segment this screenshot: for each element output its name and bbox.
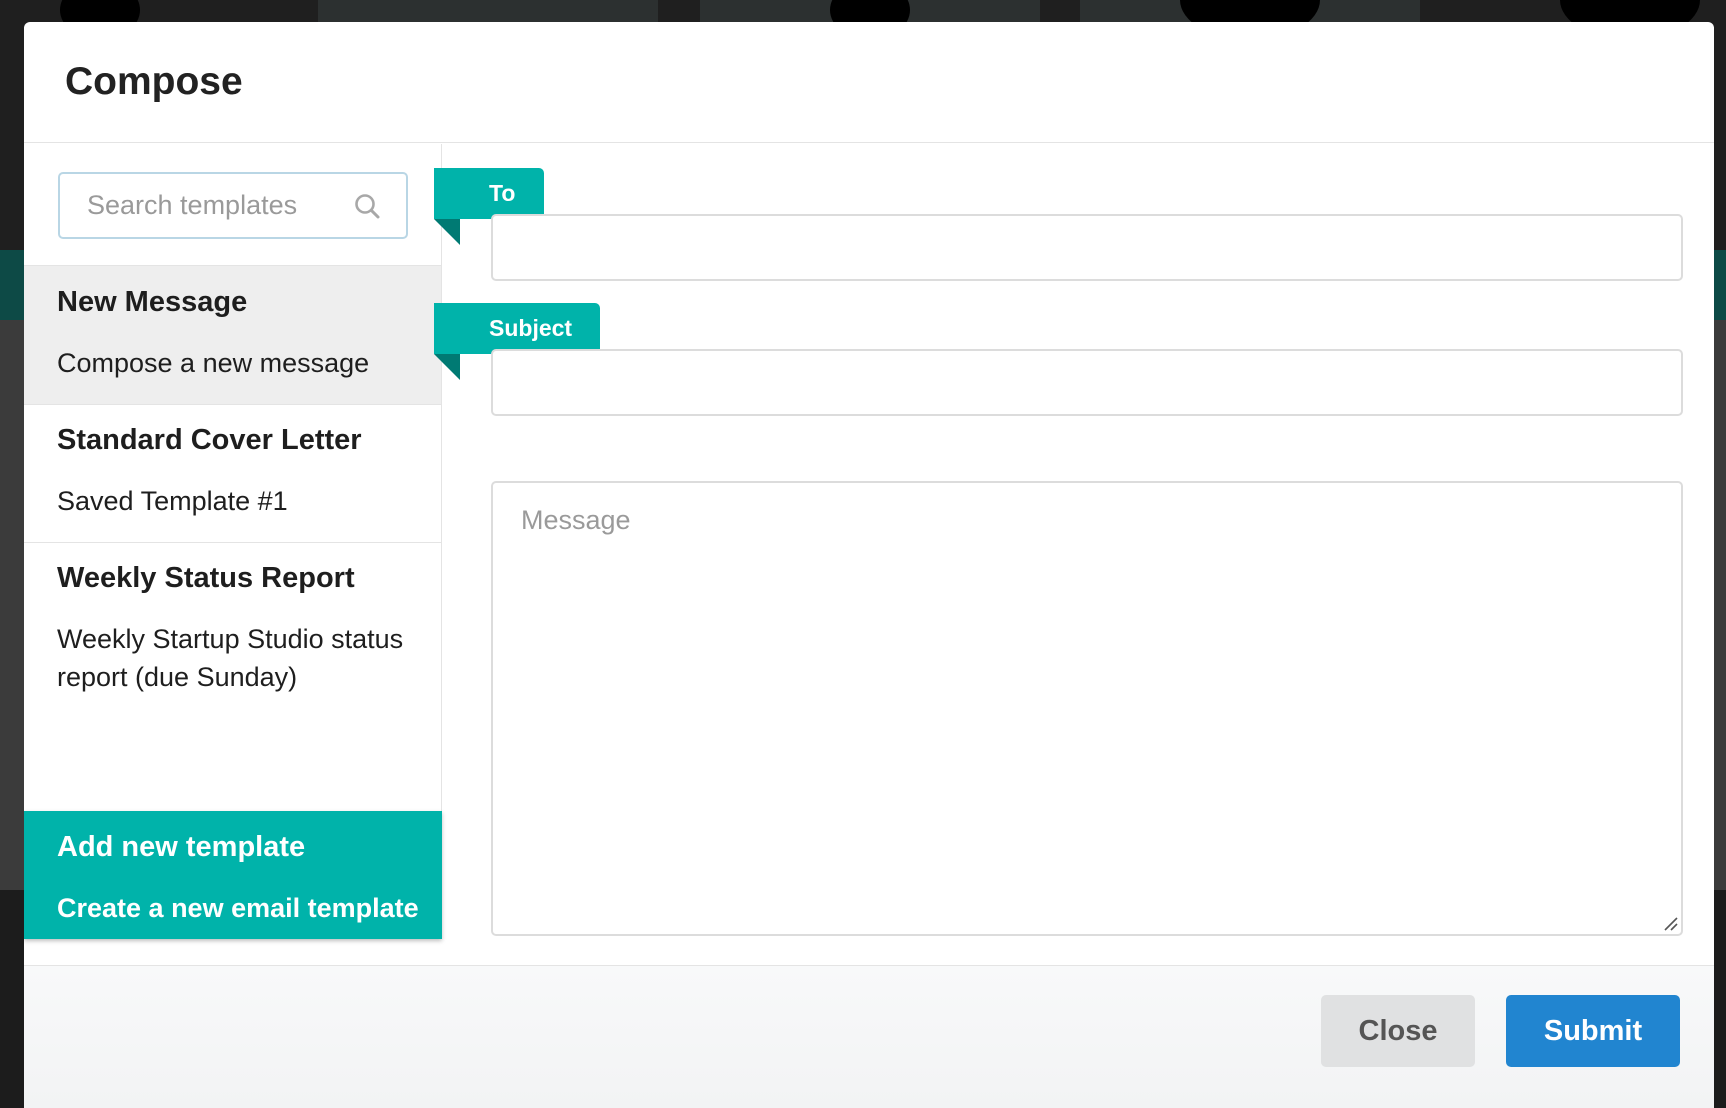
template-item-title: Standard Cover Letter <box>57 424 362 456</box>
compose-modal: Compose New Message Compose a new messag… <box>24 22 1714 1108</box>
modal-title: Compose <box>65 60 243 103</box>
template-search-box[interactable] <box>58 172 408 239</box>
template-search-area <box>24 144 441 266</box>
ribbon-fold <box>434 354 460 380</box>
template-item-new-message[interactable]: New Message Compose a new message <box>24 266 441 405</box>
template-item-description: Saved Template #1 <box>57 486 288 516</box>
search-icon <box>355 194 380 219</box>
to-label: To <box>489 180 516 206</box>
resize-handle-icon[interactable] <box>1662 915 1678 931</box>
to-label-ribbon: To <box>434 168 544 219</box>
template-item-description: Weekly Startup Studio status report (due… <box>57 624 404 692</box>
template-item-description: Compose a new message <box>57 348 370 378</box>
add-template-title: Add new template <box>57 831 306 863</box>
message-textarea[interactable] <box>493 483 1681 934</box>
add-new-template-button[interactable]: Add new template Create a new email temp… <box>24 811 442 939</box>
to-field[interactable] <box>491 214 1683 281</box>
subject-field[interactable] <box>491 349 1683 416</box>
modal-header: Compose <box>24 22 1714 143</box>
close-button[interactable]: Close <box>1321 995 1475 1067</box>
subject-label-ribbon: Subject <box>434 303 600 354</box>
subject-label: Subject <box>489 315 573 341</box>
ribbon-fold <box>434 219 460 245</box>
message-field[interactable] <box>491 481 1683 936</box>
template-sidebar: New Message Compose a new message Standa… <box>24 144 442 939</box>
template-item-weekly-status-report[interactable]: Weekly Status Report Weekly Startup Stud… <box>24 543 441 811</box>
template-item-standard-cover-letter[interactable]: Standard Cover Letter Saved Template #1 <box>24 405 441 543</box>
subject-input[interactable] <box>493 351 1681 414</box>
modal-footer: Close Submit <box>24 965 1714 1108</box>
submit-button[interactable]: Submit <box>1506 995 1680 1067</box>
add-template-description: Create a new email template <box>57 893 419 923</box>
template-item-title: Weekly Status Report <box>57 562 355 594</box>
template-item-title: New Message <box>57 286 248 318</box>
template-search-input[interactable] <box>60 174 400 237</box>
to-input[interactable] <box>493 216 1681 279</box>
